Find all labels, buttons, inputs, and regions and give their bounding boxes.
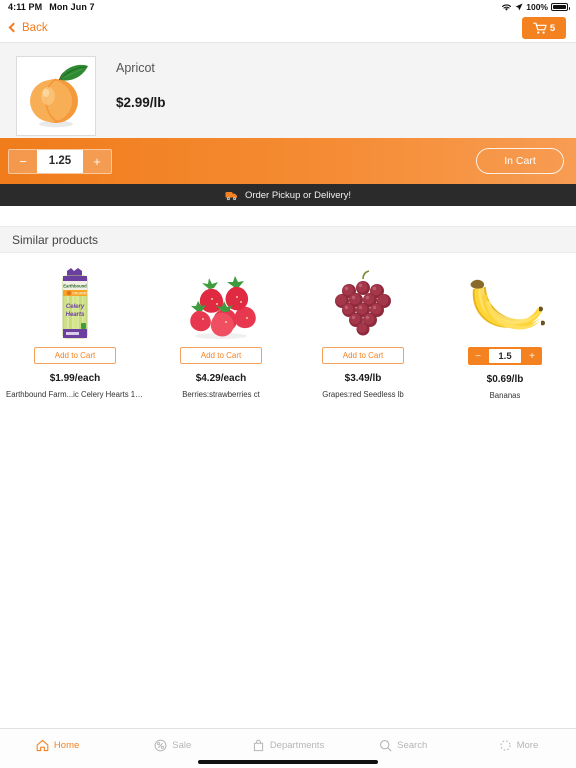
promo-text: Order Pickup or Delivery! [244,189,352,201]
product-price: $2.99/lb [116,95,166,110]
status-date: Mon Jun 7 [49,2,95,12]
product-card[interactable]: Earthbound ORGANIC Celery Hearts Add to … [0,267,150,401]
home-icon [36,739,49,752]
section-title: Similar products [12,232,99,247]
in-cart-button[interactable]: In Cart [476,148,564,174]
status-bar-right: 100% [501,2,570,12]
product-info: Apricot $2.99/lb [96,56,166,110]
product-card-price: $4.29/each [195,373,247,384]
tab-search[interactable]: Search [346,739,461,758]
cart-button[interactable]: 5 [522,17,566,39]
tab-more[interactable]: More [461,739,576,758]
percent-circle-icon [154,739,167,752]
back-button[interactable]: Back [8,22,48,34]
product-card-image[interactable]: Earthbound ORGANIC Celery Hearts [6,267,144,341]
bottom-tab-bar: Home Sale Departments Search More [0,728,576,768]
product-card-price: $3.49/lb [344,373,382,384]
svg-text:Celery: Celery [66,304,85,310]
product-card-image[interactable] [440,267,570,341]
red-grapes-image [327,269,399,341]
product-card[interactable]: Add to Cart $4.29/each Berries:strawberr… [150,267,292,401]
product-card[interactable]: − 1.5 + $0.69/lb Bananas [434,267,576,401]
celery-hearts-package-image: Earthbound ORGANIC Celery Hearts [50,267,100,341]
shopping-cart-icon [533,22,548,35]
strawberries-image [179,275,263,341]
apricot-image [18,58,94,134]
product-card-name: Grapes:red Seedless lb [322,390,404,399]
location-arrow-icon [515,3,523,11]
svg-text:ORGANIC: ORGANIC [72,292,88,296]
quantity-value[interactable]: 1.25 [37,149,83,173]
tab-sale[interactable]: Sale [115,739,230,758]
chevron-left-icon [8,22,19,33]
product-card-name: Earthbound Farm...ic Celery Hearts 16oz [6,390,144,399]
product-action-bar: − 1.25 + In Cart [0,138,576,184]
status-time: 4:11 PM [8,2,43,12]
quantity-decrement-button[interactable]: − [468,347,488,365]
magnifier-icon [379,739,392,752]
battery-full-icon [551,3,570,11]
product-card[interactable]: Add to Cart $3.49/lb Grapes:red Seedless… [292,267,434,401]
section-spacer [0,206,576,226]
product-card-price: $0.69/lb [486,374,524,385]
add-to-cart-button[interactable]: Add to Cart [322,347,404,364]
back-label: Back [22,22,48,34]
product-title: Apricot [116,61,155,75]
add-to-cart-button[interactable]: Add to Cart [180,347,262,364]
tab-search-label: Search [397,740,428,751]
shopping-bag-icon [252,739,265,752]
status-bar: 4:11 PM Mon Jun 7 100% [0,0,576,14]
product-card-name: Bananas [489,391,521,400]
promo-banner[interactable]: Order Pickup or Delivery! [0,184,576,206]
quantity-increment-button[interactable]: + [522,347,542,365]
similar-products-grid: Earthbound ORGANIC Celery Hearts Add to … [0,253,576,401]
status-bar-left: 4:11 PM Mon Jun 7 [8,2,95,12]
product-card-name: Berries:strawberries ct [182,390,260,399]
similar-products-header: Similar products [0,226,576,253]
product-image-thumbnail[interactable] [16,56,96,136]
nav-bar: Back 5 [0,14,576,43]
svg-text:Hearts: Hearts [66,312,85,318]
tab-more-label: More [516,740,539,751]
quantity-stepper[interactable]: − 1.25 + [8,148,112,174]
bananas-image [459,277,551,341]
quantity-decrement-button[interactable]: − [9,150,37,173]
add-to-cart-button[interactable]: Add to Cart [34,347,116,364]
product-card-image[interactable] [298,267,428,341]
tab-sale-label: Sale [172,740,192,751]
wifi-icon [501,3,512,12]
tab-home-label: Home [53,740,80,751]
tab-departments-label: Departments [269,740,325,751]
quantity-increment-button[interactable]: + [83,150,111,173]
delivery-truck-icon [225,190,238,201]
battery-percent: 100% [526,2,548,12]
product-card-image[interactable] [156,267,286,341]
product-hero: Apricot $2.99/lb [0,43,576,138]
home-indicator [198,760,378,764]
quantity-value[interactable]: 1.5 [489,349,521,363]
svg-text:Earthbound: Earthbound [63,284,87,289]
cart-count-badge: 5 [549,22,556,34]
product-card-price: $1.99/each [49,373,101,384]
tab-home[interactable]: Home [0,739,115,758]
tab-departments[interactable]: Departments [230,739,345,758]
quantity-stepper[interactable]: − 1.5 + [468,347,542,365]
dotted-circle-more-icon [499,739,512,752]
